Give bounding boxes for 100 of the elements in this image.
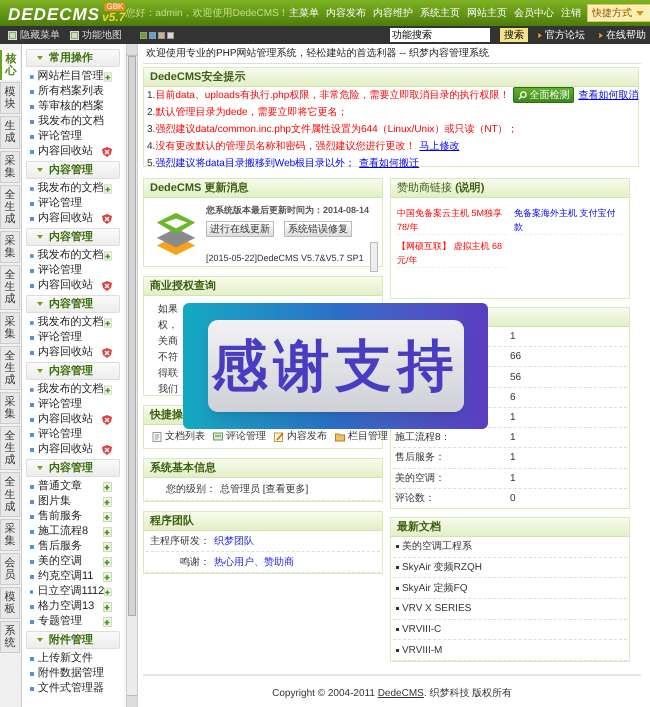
document-link[interactable]: 美的空调工程系 [402,539,472,554]
bullet-icon [30,134,34,138]
document-icon [152,432,162,442]
menu-item[interactable]: 我发布的文档 [38,247,104,264]
menu-group-header[interactable]: 内容管理 [26,362,120,380]
search-button[interactable]: 搜索 [500,28,528,42]
side-tab[interactable]: 核心 [0,50,20,80]
toolbar-link[interactable]: 在线帮助 [599,28,646,42]
quick-link[interactable]: 内容发布 [274,429,327,444]
menu-item[interactable]: 我发布的文档 [38,314,104,331]
side-tab[interactable]: 模板 [0,587,20,620]
menu-item[interactable]: 所有档案列表 [38,83,104,100]
menu-item[interactable]: 日立空调1112 [37,583,104,600]
help-link[interactable]: 马上修改 [419,139,460,154]
menu-item[interactable]: 评论管理 [38,262,82,279]
document-link[interactable]: VRVIII-M [402,642,442,658]
menu-item[interactable]: 施工流程8 [38,523,88,540]
menu-item[interactable]: 专题管理 [38,613,82,630]
menu-item[interactable]: 评论管理 [38,426,82,443]
help-link[interactable]: 查看如何取消 [578,88,638,102]
menu-group-header[interactable]: 内容管理 [26,228,120,246]
side-tab[interactable]: 模块 [0,82,20,114]
menu-item[interactable]: 售后服务 [38,538,82,555]
dedecms-link[interactable]: DedeCMS [378,688,424,699]
menu-item[interactable]: 等审核的档案 [38,98,104,115]
bullet-icon [30,402,34,406]
menu-item[interactable]: 评论管理 [38,128,82,145]
side-tab[interactable]: 生成 [0,116,20,149]
box-title: 商业授权查询 [150,278,216,294]
side-tab[interactable]: 全生成 [0,472,20,517]
side-tab[interactable]: 系统 [0,621,20,654]
update-button[interactable]: 进行在线更新 [206,220,274,236]
menu-item[interactable]: 文件式管理器 [38,680,104,697]
skin-swatch[interactable] [158,32,165,38]
menu-item[interactable]: 我发布的文档 [38,180,104,197]
menu-item[interactable]: 评论管理 [38,195,82,212]
toolbar-button[interactable]: 隐藏菜单 [8,28,60,42]
menu-group-header[interactable]: 内容管理 [26,459,120,477]
menu-item[interactable]: 评论管理 [38,396,82,413]
document-link[interactable]: VRVIII-C [402,622,442,638]
menu-item[interactable]: 内容回收站 [38,277,93,294]
side-tab[interactable]: 全生成 [0,184,20,230]
menu-group-header[interactable]: 附件管理 [26,631,120,649]
quick-link[interactable]: 栏目管理 [335,429,388,444]
sponsor-link[interactable]: 中国免备案云主机 5M独享 78/年 [397,206,506,235]
side-tab[interactable]: 采集 [0,392,20,424]
update-button[interactable]: 系统错误修复 [284,220,352,236]
side-tab[interactable]: 采集 [0,231,20,264]
menu-item[interactable]: 图片集 [38,493,71,510]
menu-item[interactable]: 格力空调13 [38,598,94,615]
warning-text: 1.目前data、uploads有执行.php权限，非常危险，需要立即取消目录的执行权限！ [147,88,510,102]
side-tab[interactable]: 全生成 [0,265,20,310]
document-link[interactable]: SkyAir 定频FQ [402,580,468,596]
field-label: 美的空调： [394,472,446,486]
sponsor-link[interactable]: 【网硕互联】 虚拟主机 68元/年 [397,239,506,268]
nav-link[interactable]: 主菜单 [288,6,319,20]
shortcut-dropdown[interactable]: 快捷方式 [586,4,650,22]
menu-item[interactable]: 评论管理 [38,329,82,346]
menu-item[interactable]: 约克空调11 [38,568,94,585]
menu-item[interactable]: 附件数据管理 [38,665,104,682]
side-tab[interactable]: 采集 [0,150,20,183]
menu-group-header[interactable]: 内容管理 [26,161,120,179]
menu-item[interactable]: 内容回收站 [38,344,93,361]
menu-item[interactable]: 我发布的文档 [38,381,104,398]
side-tab[interactable]: 全生成 [0,426,20,470]
menu-item[interactable]: 网站栏目管理 [38,68,104,85]
document-link[interactable]: VRV X SERIES [402,601,472,616]
search-field[interactable]: 功能搜索 [390,28,490,42]
skin-swatch[interactable] [167,32,174,38]
side-tab[interactable]: 会员 [0,552,20,586]
skin-swatch[interactable] [149,32,156,38]
menu-item[interactable]: 我发布的文档 [38,113,104,130]
menu-group-header[interactable]: 内容管理 [26,295,120,313]
side-tab[interactable]: 采集 [0,518,20,551]
toolbar-button[interactable]: 功能地图 [70,28,122,42]
skin-swatch[interactable] [140,32,147,38]
side-tab[interactable]: 采集 [0,312,20,344]
quick-link[interactable]: 文档列表 [152,429,205,444]
menu-item[interactable]: 普通文章 [38,478,82,495]
quick-link[interactable]: 评论管理 [213,429,266,444]
sponsor-link[interactable]: 免备案海外主机 支付宝付款 [514,206,623,235]
document-link[interactable]: SkyAir 变频RZQH [402,560,482,575]
menu-item[interactable]: 上传新文件 [38,650,93,667]
nav-link[interactable]: 网站主页 [466,6,507,20]
help-link[interactable]: 查看如何搬迁 [359,156,420,171]
warning-text: 4.没有更改默认的管理员名称和密码，强烈建议您进行更改！ [147,140,416,154]
toolbar-link[interactable]: 官方论坛 [538,28,585,42]
add-icon [104,384,112,394]
nav-link[interactable]: 会员中心 [514,6,554,20]
side-tab[interactable]: 全生成 [0,346,20,390]
menu-item[interactable]: 内容回收站 [38,411,93,428]
menu-item[interactable]: 内容回收站 [38,143,93,160]
menu-item[interactable]: 售前服务 [38,508,82,525]
bullet-icon [30,484,34,488]
menu-item[interactable]: 美的空调 [38,553,82,570]
team-link[interactable]: 织梦团队 [214,534,254,548]
menu-item[interactable]: 内容回收站 [38,210,93,227]
team-link[interactable]: 热心用户、赞助商 [214,554,294,570]
menu-group-header[interactable]: 常用操作 [26,49,120,67]
menu-item[interactable]: 内容回收站 [38,441,93,458]
